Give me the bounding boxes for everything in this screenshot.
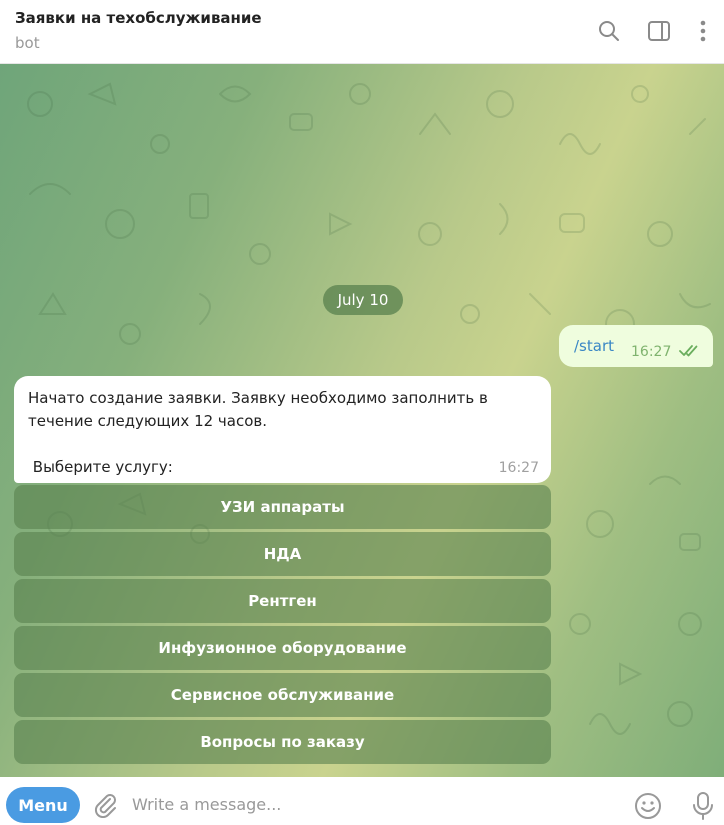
chat-subtitle: bot: [15, 34, 40, 52]
chat-area[interactable]: July 10 /start 16:27 Начато создание зая…: [0, 64, 724, 777]
chat-title[interactable]: Заявки на техобслуживание: [15, 9, 262, 27]
emoji-icon[interactable]: [634, 792, 662, 820]
chat-header: Заявки на техобслуживание bot: [0, 0, 724, 64]
menu-button[interactable]: Menu: [6, 787, 80, 823]
keyboard-button-order-questions[interactable]: Вопросы по заказу: [14, 720, 551, 764]
outgoing-message-text[interactable]: /start: [574, 337, 614, 355]
more-vertical-icon[interactable]: [690, 18, 716, 44]
keyboard-button-xray[interactable]: Рентген: [14, 579, 551, 623]
message-composer: Menu: [0, 777, 724, 825]
date-separator: July 10: [323, 285, 403, 315]
outgoing-message-time: 16:27: [631, 344, 672, 360]
keyboard-button-uzi[interactable]: УЗИ аппараты: [14, 485, 551, 529]
incoming-message-time: 16:27: [498, 460, 539, 476]
sidebar-toggle-icon[interactable]: [646, 18, 672, 44]
message-input[interactable]: [132, 789, 612, 819]
microphone-icon[interactable]: [692, 791, 714, 821]
attach-icon[interactable]: [93, 792, 119, 818]
read-checkmarks-icon: [679, 345, 698, 357]
keyboard-button-service[interactable]: Сервисное обслуживание: [14, 673, 551, 717]
incoming-message[interactable]: Начато создание заявки. Заявку необходим…: [14, 376, 551, 483]
keyboard-button-infusion[interactable]: Инфузионное оборудование: [14, 626, 551, 670]
outgoing-message[interactable]: /start 16:27: [559, 325, 713, 367]
search-icon[interactable]: [596, 18, 622, 44]
incoming-message-text[interactable]: Начато создание заявки. Заявку необходим…: [28, 387, 528, 479]
keyboard-button-nda[interactable]: НДА: [14, 532, 551, 576]
